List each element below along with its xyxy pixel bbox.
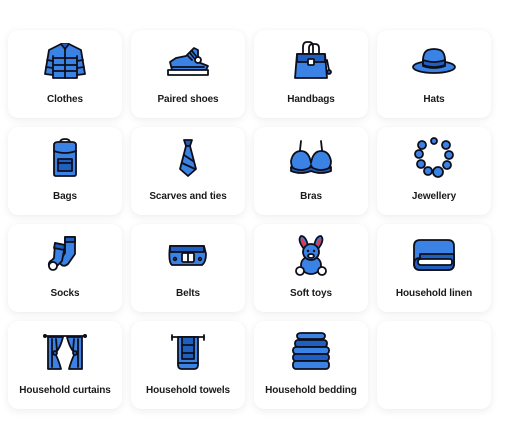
tie-icon — [179, 139, 197, 177]
category-grid: Clothes Paired shoes Handbags Hats Bags … — [8, 30, 491, 409]
category-tile-bras[interactable]: Bras — [254, 127, 368, 215]
category-label: Socks — [50, 288, 80, 299]
handbag-icon — [294, 41, 332, 79]
category-label: Paired shoes — [157, 94, 219, 105]
empty-tile — [377, 321, 491, 409]
category-label: Scarves and ties — [149, 191, 227, 202]
category-tile-socks[interactable]: Socks — [8, 224, 122, 312]
category-label: Clothes — [47, 94, 83, 105]
category-tile-clothes[interactable]: Clothes — [8, 30, 122, 118]
category-label: Hats — [423, 94, 445, 105]
category-tile-hats[interactable]: Hats — [377, 30, 491, 118]
bedding-stack-icon — [292, 332, 330, 370]
category-label: Household bedding — [265, 385, 357, 396]
category-label: Handbags — [287, 94, 335, 105]
category-tile-jewellery[interactable]: Jewellery — [377, 127, 491, 215]
hat-icon — [412, 48, 456, 74]
category-label: Household curtains — [19, 385, 111, 396]
category-label: Jewellery — [411, 191, 457, 202]
curtains-icon — [43, 334, 87, 370]
category-label: Household towels — [146, 385, 230, 396]
folded-linen-icon — [413, 239, 455, 271]
towel-rail-icon — [171, 334, 205, 370]
category-label: Bras — [300, 191, 322, 202]
category-tile-paired-shoes[interactable]: Paired shoes — [131, 30, 245, 118]
bunny-toy-icon — [295, 235, 327, 276]
category-tile-soft-toys[interactable]: Soft toys — [254, 224, 368, 312]
category-tile-household-curtains[interactable]: Household curtains — [8, 321, 122, 409]
sneaker-icon — [167, 47, 209, 76]
category-label: Belts — [176, 288, 200, 299]
category-tile-household-bedding[interactable]: Household bedding — [254, 321, 368, 409]
belt-icon — [168, 245, 207, 266]
bra-icon — [290, 140, 332, 174]
category-tile-scarves-and-ties[interactable]: Scarves and ties — [131, 127, 245, 215]
category-label: Bags — [52, 191, 78, 202]
category-tile-household-linen[interactable]: Household linen — [377, 224, 491, 312]
jacket-icon — [44, 43, 86, 79]
category-tile-bags[interactable]: Bags — [8, 127, 122, 215]
category-label: Soft toys — [290, 288, 332, 299]
category-tile-handbags[interactable]: Handbags — [254, 30, 368, 118]
category-tile-household-towels[interactable]: Household towels — [131, 321, 245, 409]
category-tile-belts[interactable]: Belts — [131, 224, 245, 312]
necklace-icon — [414, 137, 454, 178]
category-label: Household linen — [395, 288, 473, 299]
socks-icon — [47, 236, 76, 271]
backpack-icon — [53, 138, 77, 177]
